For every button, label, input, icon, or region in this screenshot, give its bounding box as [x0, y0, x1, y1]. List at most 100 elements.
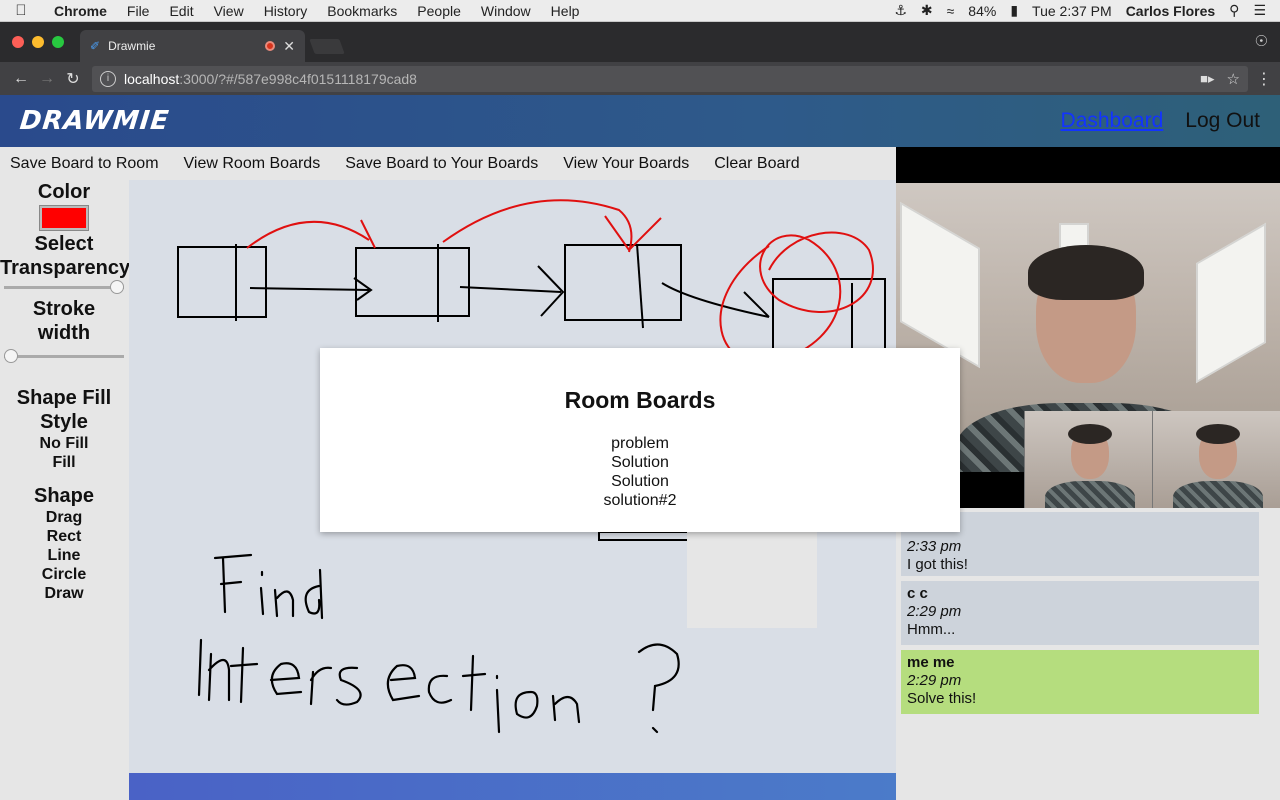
new-tab-button[interactable]	[309, 39, 345, 54]
arrow-2	[459, 265, 565, 317]
zoom-window-button[interactable]	[52, 36, 64, 48]
video-thumb-2[interactable]	[1152, 411, 1280, 508]
clear-board-button[interactable]: Clear Board	[714, 155, 799, 173]
menu-window[interactable]: Window	[471, 3, 541, 19]
address-bar[interactable]: i localhost :3000/?#/587e998c4f015111817…	[92, 65, 1248, 92]
color-picker[interactable]	[39, 205, 89, 231]
stroke-width-slider[interactable]	[4, 349, 124, 363]
app-header: Drawmie Dashboard Log Out	[0, 95, 1280, 147]
wifi-icon[interactable]: ≈	[947, 3, 955, 19]
dashboard-link[interactable]: Dashboard	[1061, 109, 1164, 133]
room-board-item[interactable]: Solution	[320, 453, 960, 472]
fill-option[interactable]: Fill	[0, 453, 128, 472]
chrome-menu-icon[interactable]: ⋮	[1256, 69, 1272, 89]
recording-indicator-icon	[265, 41, 276, 51]
blank-area	[687, 532, 817, 628]
board-actions: Save Board to Room View Room Boards Save…	[0, 147, 896, 180]
red-arc-1	[246, 219, 376, 249]
shape-line-option[interactable]: Line	[0, 546, 128, 565]
docker-icon[interactable]: ⚓	[894, 2, 907, 19]
reload-icon[interactable]: ↻	[60, 69, 86, 89]
url-host: localhost	[124, 70, 180, 87]
chat-panel: 2:33 pm I got this! c c 2:29 pm Hmm... m…	[896, 508, 1280, 800]
view-your-boards-button[interactable]: View Your Boards	[563, 155, 689, 173]
arrow-1	[249, 277, 373, 301]
tab-title: Drawmie	[108, 39, 156, 53]
back-icon[interactable]: ←	[8, 70, 34, 88]
apple-icon[interactable]: 	[0, 2, 42, 19]
no-fill-option[interactable]: No Fill	[0, 434, 128, 453]
battery-icon[interactable]: ▮	[1010, 2, 1018, 19]
transparency-slider-thumb[interactable]	[110, 280, 124, 294]
color-label: Color	[37, 181, 91, 203]
menu-app[interactable]: Chrome	[42, 3, 117, 19]
shape-fill-label-2: Style	[40, 411, 88, 433]
menu-help[interactable]: Help	[541, 3, 590, 19]
arrow-3	[661, 282, 770, 318]
forward-icon[interactable]: →	[34, 70, 60, 88]
menu-view[interactable]: View	[204, 3, 254, 19]
shape-drag-option[interactable]: Drag	[0, 508, 128, 527]
stroke-width-label: Stroke	[32, 298, 96, 320]
shape-fill-label: Shape Fill	[16, 387, 112, 409]
message-text: Hmm...	[907, 621, 956, 638]
node-box-2	[355, 247, 470, 317]
room-boards-list: problem Solution Solution solution#2	[320, 434, 960, 510]
menu-edit[interactable]: Edit	[159, 3, 203, 19]
url-path: :3000/?#/587e998c4f0151118179cad8	[179, 70, 417, 87]
shape-rect-option[interactable]: Rect	[0, 527, 128, 546]
tool-panel: Color Select Transparency Stroke width S…	[0, 180, 131, 800]
app-logo[interactable]: Drawmie	[18, 106, 170, 136]
browser-tab[interactable]: ✐ Drawmie ✕	[80, 30, 305, 62]
shape-draw-option[interactable]: Draw	[0, 584, 128, 603]
menu-history[interactable]: History	[254, 3, 318, 19]
transparency-slider[interactable]	[4, 280, 124, 294]
transparency-label-2: Transparency	[0, 257, 131, 279]
text-intersection	[197, 638, 680, 734]
participant-hair	[1028, 245, 1144, 300]
chat-message-own: me me 2:29 pm Solve this!	[901, 650, 1259, 714]
room-board-item[interactable]: solution#2	[320, 491, 960, 510]
tab-strip: ✐ Drawmie ✕ ☉	[0, 22, 1280, 62]
ceiling-light-right	[1196, 222, 1266, 384]
room-board-item[interactable]: Solution	[320, 472, 960, 491]
user-name[interactable]: Carlos Flores	[1126, 3, 1215, 19]
red-scribble	[719, 231, 874, 365]
partial-box	[598, 531, 700, 541]
message-time: 2:29 pm	[907, 672, 962, 689]
canvas-footer	[129, 773, 896, 800]
node-box-3	[564, 244, 682, 321]
minimize-window-button[interactable]	[32, 36, 44, 48]
bluetooth-icon[interactable]: ✱	[921, 2, 933, 19]
save-board-to-your-boards-button[interactable]: Save Board to Your Boards	[345, 155, 538, 173]
logout-button[interactable]: Log Out	[1185, 109, 1260, 133]
video-thumb-1[interactable]	[1024, 411, 1152, 508]
clock[interactable]: Tue 2:37 PM	[1032, 3, 1112, 19]
menu-bookmarks[interactable]: Bookmarks	[317, 3, 407, 19]
menu-file[interactable]: File	[117, 3, 160, 19]
window-controls	[12, 36, 64, 48]
close-window-button[interactable]	[12, 36, 24, 48]
message-time: 2:29 pm	[907, 603, 962, 620]
message-author: c c	[907, 585, 928, 602]
chat-message: c c 2:29 pm Hmm...	[901, 581, 1259, 645]
close-tab-icon[interactable]: ✕	[283, 38, 295, 55]
menu-people[interactable]: People	[407, 3, 471, 19]
stroke-width-slider-thumb[interactable]	[4, 349, 18, 363]
view-room-boards-button[interactable]: View Room Boards	[184, 155, 321, 173]
battery-percent: 84%	[968, 2, 997, 19]
bookmark-star-icon[interactable]: ☆	[1227, 70, 1240, 88]
spotlight-search-icon[interactable]: ⚲	[1229, 2, 1239, 19]
notification-center-icon[interactable]: ☰	[1253, 2, 1266, 19]
room-board-item[interactable]: problem	[320, 434, 960, 453]
profile-icon[interactable]: ☉	[1255, 32, 1268, 50]
camera-icon[interactable]: ■▸	[1200, 71, 1214, 87]
text-find-F	[213, 553, 253, 614]
shape-circle-option[interactable]: Circle	[0, 565, 128, 584]
save-board-to-room-button[interactable]: Save Board to Room	[10, 155, 159, 173]
message-author: me me	[907, 654, 955, 671]
message-time: 2:33 pm	[907, 538, 962, 555]
message-text: I got this!	[907, 556, 968, 573]
site-info-icon[interactable]: i	[100, 70, 116, 87]
browser-toolbar: ← → ↻ i localhost :3000/?#/587e998c4f015…	[0, 62, 1280, 95]
